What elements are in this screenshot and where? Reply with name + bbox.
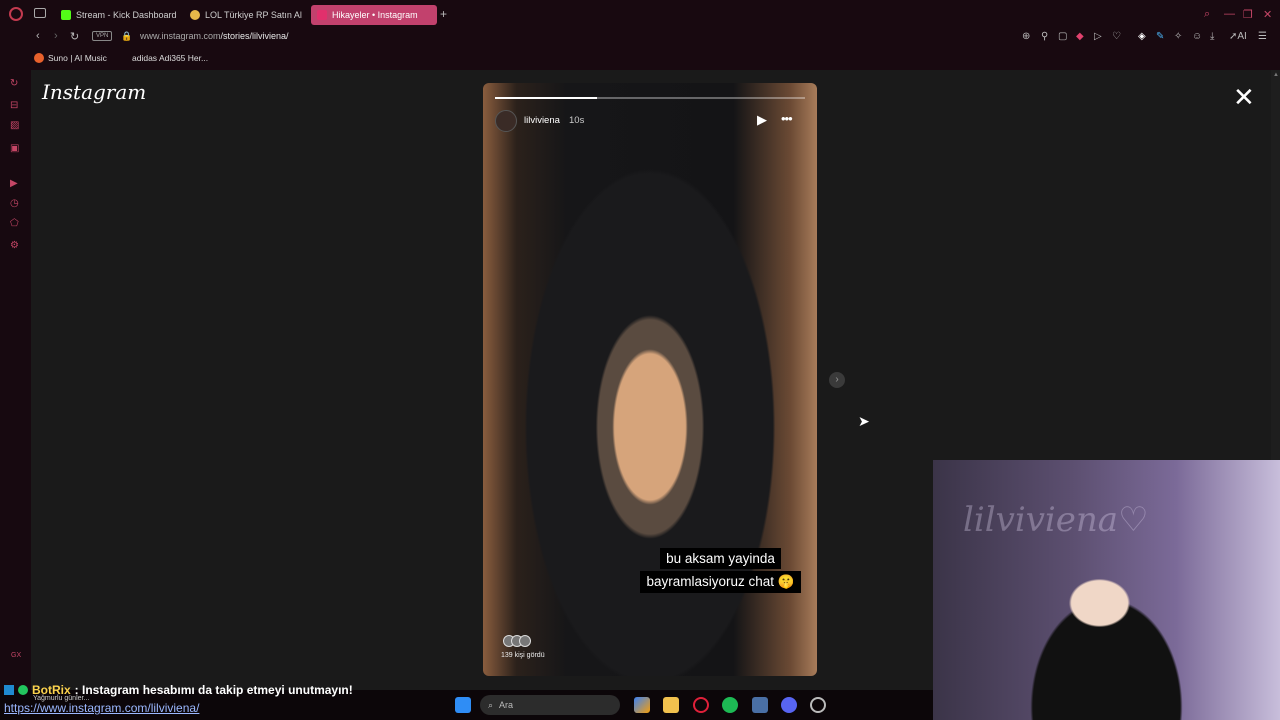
back-icon[interactable]: ‹ [36, 30, 40, 42]
kick-icon [61, 10, 71, 20]
search-tabs-icon[interactable]: ⌕ [1204, 8, 1210, 21]
vpn-badge[interactable]: VPN [92, 31, 113, 41]
lol-icon [190, 10, 200, 20]
browser-sidebar [0, 70, 31, 690]
windows-start-icon[interactable] [455, 697, 471, 713]
viewer-avatars[interactable] [503, 634, 543, 648]
app-icon[interactable] [752, 697, 768, 713]
story-caption: bu aksam yayinda bayramlasiyoruz chat 🤫 [633, 548, 808, 595]
bookmark-label: Suno | AI Music [48, 53, 107, 63]
play-icon[interactable]: ▶ [757, 112, 767, 128]
sidebar-extensions-icon[interactable]: ⬠ [10, 218, 19, 229]
obs-icon[interactable] [810, 697, 826, 713]
sidebar-refresh-icon[interactable]: ↻ [10, 78, 18, 89]
tab-kick-dashboard[interactable]: Stream - Kick Dashboard [55, 5, 180, 25]
tab-label: Hikayeler • Instagram [332, 10, 418, 20]
forward-icon[interactable]: › [54, 30, 58, 42]
new-tab-button[interactable]: + [440, 7, 447, 21]
chat-text: : Instagram hesabımı da takip etmeyi unu… [74, 683, 353, 697]
bookmark-adidas[interactable]: adidas Adi365 Her... [132, 53, 208, 63]
story-timestamp: 10s [569, 115, 585, 126]
instagram-logo[interactable]: Instagram [42, 80, 146, 104]
taskbar-search[interactable]: ⌕ Ara [480, 695, 620, 715]
viewer-count[interactable]: 139 kişi gördü [501, 652, 545, 659]
ai-label: AI [1237, 31, 1247, 42]
pocket-icon[interactable]: ◆ [1076, 31, 1084, 42]
sidebar-shopping-icon[interactable]: ⊟ [10, 100, 18, 111]
bookmark-label: adidas Adi365 Her... [132, 53, 209, 63]
story-username[interactable]: lilviviena [524, 115, 560, 126]
scroll-up-icon[interactable]: ▲ [1273, 72, 1279, 80]
copilot-icon[interactable] [634, 697, 650, 713]
caption-line: bayramlasiyoruz chat 🤫 [640, 571, 801, 593]
opera-menu-icon[interactable] [9, 7, 23, 21]
tab-label: LOL Türkiye RP Satın Al - [205, 10, 304, 20]
file-explorer-icon[interactable] [663, 697, 679, 713]
instagram-icon [317, 10, 327, 20]
chat-link[interactable]: https://www.instagram.com/lilviviena/ [4, 701, 199, 715]
close-window-icon[interactable]: ✕ [1263, 8, 1272, 21]
easy-setup-icon[interactable]: ☰ [1258, 31, 1267, 42]
suno-icon [34, 53, 44, 63]
extensions-puzzle-icon[interactable]: ✧ [1174, 31, 1182, 42]
sidebar-history-icon[interactable]: ◷ [10, 198, 19, 209]
mouse-cursor: ➤ [858, 413, 870, 429]
sidebar-settings-icon[interactable]: ⚙ [10, 240, 19, 251]
download-icon[interactable]: ⤓ [1210, 31, 1214, 42]
verified-badge-icon [18, 685, 28, 695]
profile-icon[interactable]: ☺ [1192, 31, 1202, 42]
sidebar-messages-icon[interactable]: ▣ [10, 143, 19, 154]
avatar[interactable] [495, 110, 517, 132]
reload-icon[interactable]: ↻ [70, 30, 79, 43]
bookmark-suno[interactable]: Suno | AI Music [34, 53, 107, 63]
more-options-icon[interactable]: ••• [781, 111, 793, 126]
webcam-overlay: lilviviena♡ [933, 460, 1280, 720]
story-progress-fill [495, 97, 598, 99]
close-story-button[interactable]: ✕ [1233, 84, 1255, 110]
search-placeholder: Ara [499, 700, 514, 710]
next-story-button[interactable]: › [829, 372, 845, 388]
sidebar-player-icon[interactable]: ▶ [10, 178, 18, 189]
translate-icon[interactable]: ✎ [1156, 31, 1164, 42]
extension-icon[interactable]: ◈ [1138, 31, 1146, 42]
maximize-icon[interactable]: ❐ [1243, 8, 1253, 21]
story-progress-bar [495, 97, 805, 99]
url-host: www.instagram.com [140, 31, 221, 41]
search-icon: ⌕ [488, 699, 494, 710]
sidebar-twitch-icon[interactable]: ▨ [10, 120, 19, 131]
aria-ai-button[interactable]: ➚AI [1229, 31, 1247, 42]
tab-overview-icon[interactable] [34, 8, 46, 18]
tab-instagram-stories[interactable]: Hikayeler • Instagram [311, 5, 437, 25]
gx-badge[interactable]: GX [11, 652, 21, 659]
url-field[interactable]: www.instagram.com/stories/lilviviena/ [140, 31, 289, 41]
heart-icon[interactable]: ♡ [1112, 31, 1121, 42]
story-card[interactable]: lilviviena 10s ▶ ••• bu aksam yayinda ba… [483, 83, 817, 676]
opera-gx-icon[interactable] [693, 697, 709, 713]
tab-lol-rp[interactable]: LOL Türkiye RP Satın Al - [184, 5, 304, 25]
zoom-icon[interactable]: ⊕ [1022, 31, 1030, 42]
send-icon[interactable]: ▷ [1094, 31, 1102, 42]
url-path: /stories/lilviviena/ [220, 31, 289, 41]
pin-icon[interactable]: ⚲ [1041, 31, 1048, 42]
discord-icon[interactable] [781, 697, 797, 713]
bot-badge-icon [4, 685, 14, 695]
caption-line: bu aksam yayinda [660, 548, 781, 569]
minimize-icon[interactable]: — [1224, 8, 1235, 20]
lock-icon[interactable]: 🔒 [121, 31, 132, 42]
snapshot-icon[interactable]: ▢ [1058, 31, 1067, 42]
tab-label: Stream - Kick Dashboard [76, 10, 177, 20]
neon-sign: lilviviena♡ [963, 500, 1149, 540]
spotify-icon[interactable] [722, 697, 738, 713]
